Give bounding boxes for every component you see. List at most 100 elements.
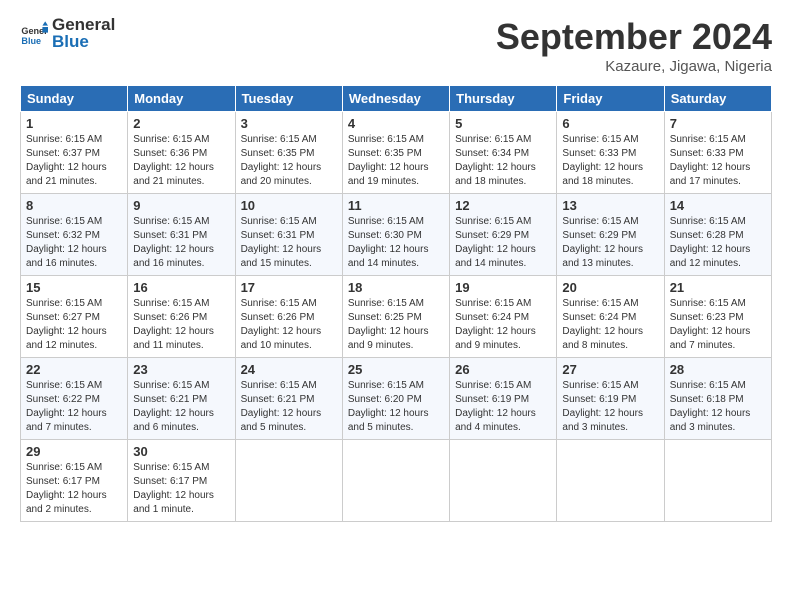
calendar-week-row: 29 Sunrise: 6:15 AMSunset: 6:17 PMDayligh…: [21, 440, 772, 522]
day-info: Sunrise: 6:15 AMSunset: 6:31 PMDaylight:…: [133, 215, 229, 271]
day-number: 9: [133, 198, 229, 213]
day-info: Sunrise: 6:15 AMSunset: 6:36 PMDaylight:…: [133, 133, 229, 189]
day-info: Sunrise: 6:15 AMSunset: 6:20 PMDaylight:…: [348, 379, 444, 435]
calendar-table: Sunday Monday Tuesday Wednesday Thursday…: [20, 85, 772, 522]
day-info: Sunrise: 6:15 AMSunset: 6:31 PMDaylight:…: [241, 215, 337, 271]
day-info: Sunrise: 6:15 AMSunset: 6:22 PMDaylight:…: [26, 379, 122, 435]
calendar-cell: 26 Sunrise: 6:15 AMSunset: 6:19 PMDayligh…: [450, 358, 557, 440]
calendar-cell: 13Sunrise: 6:15 AMSunset: 6:29 PMDayligh…: [557, 194, 664, 276]
day-info: Sunrise: 6:15 AMSunset: 6:35 PMDaylight:…: [348, 133, 444, 189]
day-number: 18: [348, 280, 444, 295]
col-wednesday: Wednesday: [342, 86, 449, 112]
col-saturday: Saturday: [664, 86, 771, 112]
day-info: Sunrise: 6:15 AMSunset: 6:18 PMDaylight:…: [670, 379, 766, 435]
calendar-cell: 19 Sunrise: 6:15 AMSunset: 6:24 PMDayligh…: [450, 276, 557, 358]
calendar-week-row: 1Sunrise: 6:15 AMSunset: 6:37 PMDaylight…: [21, 112, 772, 194]
header: General Blue General Blue September 2024…: [20, 16, 772, 75]
day-number: 7: [670, 116, 766, 131]
calendar-cell: 7 Sunrise: 6:15 AMSunset: 6:33 PMDaylight…: [664, 112, 771, 194]
calendar-week-row: 8 Sunrise: 6:15 AMSunset: 6:32 PMDaylight…: [21, 194, 772, 276]
calendar-cell: 14 Sunrise: 6:15 AMSunset: 6:28 PMDayligh…: [664, 194, 771, 276]
day-info: Sunrise: 6:15 AMSunset: 6:27 PMDaylight:…: [26, 297, 122, 353]
day-number: 8: [26, 198, 122, 213]
day-number: 4: [348, 116, 444, 131]
location: Kazaure, Jigawa, Nigeria: [496, 58, 772, 75]
day-number: 26: [455, 362, 551, 377]
day-number: 17: [241, 280, 337, 295]
calendar-cell: 10Sunrise: 6:15 AMSunset: 6:31 PMDayligh…: [235, 194, 342, 276]
day-info: Sunrise: 6:15 AMSunset: 6:33 PMDaylight:…: [562, 133, 658, 189]
day-number: 29: [26, 444, 122, 459]
calendar-cell: [342, 440, 449, 522]
day-number: 5: [455, 116, 551, 131]
col-tuesday: Tuesday: [235, 86, 342, 112]
day-info: Sunrise: 6:15 AMSunset: 6:33 PMDaylight:…: [670, 133, 766, 189]
day-number: 13: [562, 198, 658, 213]
title-block: September 2024 Kazaure, Jigawa, Nigeria: [496, 16, 772, 75]
calendar-cell: 24Sunrise: 6:15 AMSunset: 6:21 PMDayligh…: [235, 358, 342, 440]
day-info: Sunrise: 6:15 AMSunset: 6:29 PMDaylight:…: [455, 215, 551, 271]
day-info: Sunrise: 6:15 AMSunset: 6:35 PMDaylight:…: [241, 133, 337, 189]
day-number: 12: [455, 198, 551, 213]
calendar-cell: 25 Sunrise: 6:15 AMSunset: 6:20 PMDayligh…: [342, 358, 449, 440]
calendar-cell: [664, 440, 771, 522]
day-number: 28: [670, 362, 766, 377]
col-sunday: Sunday: [21, 86, 128, 112]
day-number: 27: [562, 362, 658, 377]
calendar-cell: 12 Sunrise: 6:15 AMSunset: 6:29 PMDayligh…: [450, 194, 557, 276]
calendar-cell: 22 Sunrise: 6:15 AMSunset: 6:22 PMDayligh…: [21, 358, 128, 440]
calendar-cell: 11 Sunrise: 6:15 AMSunset: 6:30 PMDayligh…: [342, 194, 449, 276]
calendar-cell: 30Sunrise: 6:15 AMSunset: 6:17 PMDayligh…: [128, 440, 235, 522]
day-info: Sunrise: 6:15 AMSunset: 6:28 PMDaylight:…: [670, 215, 766, 271]
day-number: 6: [562, 116, 658, 131]
day-info: Sunrise: 6:15 AMSunset: 6:21 PMDaylight:…: [133, 379, 229, 435]
day-number: 22: [26, 362, 122, 377]
calendar-cell: 18 Sunrise: 6:15 AMSunset: 6:25 PMDayligh…: [342, 276, 449, 358]
col-friday: Friday: [557, 86, 664, 112]
calendar-cell: 2Sunrise: 6:15 AMSunset: 6:36 PMDaylight…: [128, 112, 235, 194]
calendar-cell: 3Sunrise: 6:15 AMSunset: 6:35 PMDaylight…: [235, 112, 342, 194]
day-info: Sunrise: 6:15 AMSunset: 6:25 PMDaylight:…: [348, 297, 444, 353]
calendar-cell: 9 Sunrise: 6:15 AMSunset: 6:31 PMDaylight…: [128, 194, 235, 276]
calendar-cell: 5 Sunrise: 6:15 AMSunset: 6:34 PMDaylight…: [450, 112, 557, 194]
day-info: Sunrise: 6:15 AMSunset: 6:19 PMDaylight:…: [562, 379, 658, 435]
day-number: 15: [26, 280, 122, 295]
day-number: 25: [348, 362, 444, 377]
day-info: Sunrise: 6:15 AMSunset: 6:24 PMDaylight:…: [562, 297, 658, 353]
calendar-cell: 4 Sunrise: 6:15 AMSunset: 6:35 PMDaylight…: [342, 112, 449, 194]
month-title: September 2024: [496, 16, 772, 58]
day-number: 1: [26, 116, 122, 131]
day-number: 14: [670, 198, 766, 213]
logo: General Blue General Blue: [20, 16, 115, 51]
day-info: Sunrise: 6:15 AMSunset: 6:30 PMDaylight:…: [348, 215, 444, 271]
day-info: Sunrise: 6:15 AMSunset: 6:19 PMDaylight:…: [455, 379, 551, 435]
calendar-body: 1Sunrise: 6:15 AMSunset: 6:37 PMDaylight…: [21, 112, 772, 522]
day-number: 23: [133, 362, 229, 377]
day-info: Sunrise: 6:15 AMSunset: 6:17 PMDaylight:…: [26, 461, 122, 517]
day-info: Sunrise: 6:15 AMSunset: 6:34 PMDaylight:…: [455, 133, 551, 189]
day-info: Sunrise: 6:15 AMSunset: 6:24 PMDaylight:…: [455, 297, 551, 353]
day-info: Sunrise: 6:15 AMSunset: 6:32 PMDaylight:…: [26, 215, 122, 271]
calendar-cell: 29 Sunrise: 6:15 AMSunset: 6:17 PMDayligh…: [21, 440, 128, 522]
calendar-cell: [235, 440, 342, 522]
day-info: Sunrise: 6:15 AMSunset: 6:26 PMDaylight:…: [241, 297, 337, 353]
calendar-week-row: 15 Sunrise: 6:15 AMSunset: 6:27 PMDayligh…: [21, 276, 772, 358]
day-number: 21: [670, 280, 766, 295]
day-info: Sunrise: 6:15 AMSunset: 6:26 PMDaylight:…: [133, 297, 229, 353]
svg-text:Blue: Blue: [21, 35, 41, 45]
page-container: General Blue General Blue September 2024…: [0, 0, 792, 532]
day-number: 20: [562, 280, 658, 295]
calendar-week-row: 22 Sunrise: 6:15 AMSunset: 6:22 PMDayligh…: [21, 358, 772, 440]
calendar-cell: 6 Sunrise: 6:15 AMSunset: 6:33 PMDaylight…: [557, 112, 664, 194]
calendar-cell: 28 Sunrise: 6:15 AMSunset: 6:18 PMDayligh…: [664, 358, 771, 440]
logo-icon: General Blue: [20, 20, 48, 48]
logo-blue-text: Blue: [52, 33, 115, 52]
calendar-cell: 20 Sunrise: 6:15 AMSunset: 6:24 PMDayligh…: [557, 276, 664, 358]
day-number: 11: [348, 198, 444, 213]
calendar-cell: 8 Sunrise: 6:15 AMSunset: 6:32 PMDaylight…: [21, 194, 128, 276]
calendar-cell: 23 Sunrise: 6:15 AMSunset: 6:21 PMDayligh…: [128, 358, 235, 440]
day-info: Sunrise: 6:15 AMSunset: 6:21 PMDaylight:…: [241, 379, 337, 435]
day-number: 19: [455, 280, 551, 295]
day-info: Sunrise: 6:15 AMSunset: 6:17 PMDaylight:…: [133, 461, 229, 517]
calendar-cell: [450, 440, 557, 522]
